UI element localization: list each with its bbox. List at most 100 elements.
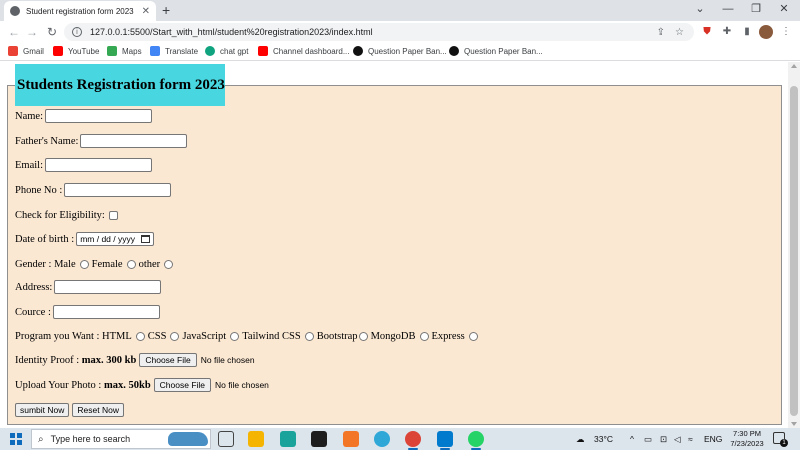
program-option-label: MongoDB [370, 330, 416, 342]
gender-label: Gender : [15, 258, 52, 270]
taskbar-search-placeholder: Type here to search [50, 434, 131, 444]
battery-icon[interactable]: ▭ [644, 432, 652, 446]
bookmark-question-paper-2[interactable]: Question Paper Ban... [449, 46, 543, 56]
new-tab-button[interactable]: + [162, 2, 170, 18]
program-row: Program you Want : HTML CSS JavaScript T… [15, 328, 481, 344]
gender-other-radio[interactable] [164, 259, 174, 269]
bookmark-channel-dashboard[interactable]: Channel dashboard... [258, 46, 350, 56]
tab-close-icon[interactable]: ✕ [142, 6, 150, 17]
form-actions: sumbit Now Reset Now [15, 402, 127, 418]
bookmark-chatgpt[interactable]: chat gpt [205, 46, 248, 56]
calendar-icon[interactable] [141, 235, 150, 243]
bookmark-label: Translate [165, 46, 199, 56]
gmail-icon [8, 46, 18, 56]
side-panel-icon[interactable]: ▮ [740, 25, 754, 39]
phone-input[interactable] [64, 183, 172, 197]
a-icon [353, 46, 363, 56]
reset-button[interactable]: Reset Now [72, 403, 124, 417]
dob-date-input[interactable]: mm / dd / yyyy [76, 232, 154, 246]
program-mongodb-radio[interactable] [419, 331, 429, 341]
bookmark-translate[interactable]: Translate [150, 46, 198, 56]
taskbar-clock[interactable]: 7:30 PM 7/23/2023 [722, 429, 772, 449]
submit-button[interactable]: sumbit Now [15, 403, 70, 417]
bookmark-question-paper-1[interactable]: Question Paper Ban... [353, 46, 447, 56]
chrome-icon[interactable] [405, 431, 421, 450]
chatgpt-icon [205, 46, 215, 56]
minimize-button[interactable]: — [714, 2, 742, 16]
volume-icon[interactable]: ◁ [674, 432, 681, 446]
bookmark-gmail[interactable]: Gmail [8, 46, 44, 56]
chatgpt-app-icon[interactable] [280, 431, 296, 447]
jupyter-icon[interactable] [343, 431, 359, 447]
scroll-down-icon[interactable] [791, 422, 797, 426]
weather-cloud-icon[interactable]: ☁ [576, 432, 585, 446]
father-name-input[interactable] [80, 134, 188, 148]
photo-choose-file-button[interactable]: Choose File [153, 378, 212, 392]
eligibility-row: Check for Eligibility: [15, 207, 118, 223]
clock-date: 7/23/2023 [730, 439, 764, 448]
task-view-icon[interactable] [218, 431, 234, 447]
forward-arrow-icon[interactable]: → [24, 24, 40, 40]
program-option-label: JavaScript [182, 330, 227, 342]
edge-icon[interactable] [374, 431, 390, 447]
taskbar-search-box[interactable]: ⌕ Type here to search [31, 429, 211, 449]
browser-tab[interactable]: Student registration form 2023 ✕ [4, 1, 156, 21]
bookmark-youtube[interactable]: YouTube [53, 46, 99, 56]
scroll-up-icon[interactable] [791, 64, 797, 68]
wifi-icon[interactable]: ≈ [688, 432, 693, 446]
youtube-icon [53, 46, 63, 56]
program-html-radio[interactable] [135, 331, 145, 341]
reload-icon[interactable]: ↻ [44, 24, 60, 40]
vscode-icon[interactable] [437, 431, 453, 450]
language-indicator[interactable]: ENG [704, 432, 722, 446]
address-input[interactable] [54, 280, 162, 294]
page-scrollbar[interactable] [788, 62, 800, 428]
father-name-label: Father's Name: [15, 135, 79, 147]
identity-file-status: No file chosen [200, 355, 255, 365]
temperature-readout[interactable]: 33°C [594, 432, 613, 446]
close-window-button[interactable]: ✕ [770, 2, 798, 16]
program-javascript-radio[interactable] [230, 331, 240, 341]
tab-search-chevron-icon[interactable]: ⌄ [686, 2, 714, 16]
bookmarks-bar: Gmail YouTube Maps Translate chat gpt Ch… [0, 43, 800, 61]
identity-choose-file-button[interactable]: Choose File [139, 353, 197, 367]
program-express-radio[interactable] [468, 331, 478, 341]
tray-chevron-up-icon[interactable]: ^ [630, 432, 634, 446]
program-bootstrap-radio[interactable] [358, 331, 368, 341]
photo-file-status: No file chosen [215, 380, 269, 390]
bookmark-label: Maps [122, 46, 142, 56]
notification-icon[interactable]: 1 [773, 432, 788, 447]
menu-kebab-icon[interactable]: ⋮ [779, 25, 793, 39]
network-icon[interactable]: ⊡ [660, 432, 667, 446]
maps-icon [107, 46, 117, 56]
gender-option-label: Female [91, 258, 123, 270]
program-tailwind-radio[interactable] [304, 331, 314, 341]
globe-icon [10, 6, 20, 16]
gender-female-radio[interactable] [126, 259, 136, 269]
windows-start-icon[interactable] [10, 433, 22, 445]
extension-shield-icon[interactable]: ⛊ [700, 25, 714, 39]
profile-avatar[interactable] [759, 25, 773, 39]
bookmark-maps[interactable]: Maps [107, 46, 142, 56]
email-input[interactable] [45, 158, 152, 172]
name-input[interactable] [45, 109, 152, 123]
program-css-radio[interactable] [170, 331, 180, 341]
site-info-icon[interactable]: i [72, 27, 82, 37]
restore-button[interactable]: ❐ [742, 2, 770, 16]
back-arrow-icon[interactable]: ← [6, 24, 22, 40]
clock-time: 7:30 PM [733, 429, 761, 438]
file-explorer-icon[interactable] [248, 431, 264, 447]
pycharm-icon[interactable] [311, 431, 327, 447]
email-row: Email: [15, 157, 152, 173]
phone-row: Phone No : [15, 182, 172, 198]
address-bar[interactable]: i 127.0.0.1:5500/Start_with_html/student… [64, 23, 694, 41]
share-icon[interactable]: ⇪ [657, 27, 665, 38]
extensions-puzzle-icon[interactable]: ✚ [720, 25, 734, 39]
whatsapp-icon[interactable] [468, 431, 484, 450]
eligibility-checkbox[interactable] [108, 210, 118, 220]
bookmark-star-icon[interactable]: ☆ [675, 27, 684, 38]
program-option-label: Express [431, 330, 465, 342]
course-input[interactable] [52, 305, 160, 319]
scrollbar-thumb[interactable] [790, 86, 798, 416]
gender-male-radio[interactable] [79, 259, 89, 269]
